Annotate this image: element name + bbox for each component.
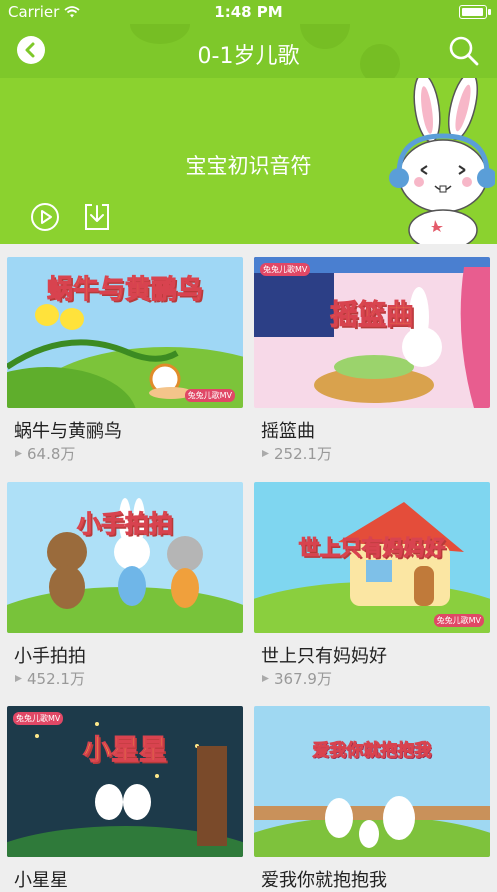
- play-count: 367.9万: [261, 668, 332, 689]
- song-title: 小手拍拍: [14, 646, 86, 667]
- song-title: 摇篮曲: [261, 421, 315, 442]
- song-title: 世上只有妈妈好: [261, 646, 387, 667]
- play-count-icon: [15, 675, 22, 682]
- song-thumbnail[interactable]: 爱我你就抱抱我: [254, 706, 490, 857]
- play-count-icon: [262, 450, 269, 457]
- hug-me-thumbnail-image: [254, 706, 490, 857]
- status-time: 1:48 PM: [214, 3, 283, 21]
- song-thumbnail[interactable]: 蜗牛与黄鹂鸟 兔兔儿歌MV: [7, 257, 243, 408]
- hero-banner: 宝宝初识音符: [0, 78, 497, 244]
- song-thumbnail[interactable]: 小星星 兔兔儿歌MV: [7, 706, 243, 857]
- song-thumbnail[interactable]: 小手拍拍: [7, 482, 243, 633]
- battery-icon: [459, 5, 491, 19]
- nav-bar: 0-1岁儿歌: [0, 24, 497, 78]
- song-title: 爱我你就抱抱我: [261, 870, 387, 891]
- play-count: 252.1万: [261, 443, 332, 464]
- thumbnail-title-text: 蜗牛与黄鹂鸟: [46, 275, 203, 306]
- play-count-icon: [15, 450, 22, 457]
- thumbnail-title-text: 摇篮曲: [329, 298, 414, 332]
- brand-badge: 兔兔儿歌MV: [260, 263, 311, 276]
- song-card[interactable]: 摇篮曲 兔兔儿歌MV 摇篮曲 252.1万: [254, 257, 490, 475]
- song-thumbnail[interactable]: 世上只有妈妈好 兔兔儿歌MV: [254, 482, 490, 633]
- play-count-icon: [262, 675, 269, 682]
- search-icon: [449, 36, 479, 66]
- song-title: 小星星: [14, 870, 68, 891]
- song-card[interactable]: 世上只有妈妈好 兔兔儿歌MV 世上只有妈妈好 367.9万: [254, 482, 490, 700]
- song-card[interactable]: 蜗牛与黄鹂鸟 兔兔儿歌MV 蜗牛与黄鹂鸟 64.8万: [7, 257, 243, 475]
- song-card[interactable]: 爱我你就抱抱我 爱我你就抱抱我: [254, 706, 490, 891]
- play-count: 64.8万: [14, 443, 75, 464]
- brand-badge: 兔兔儿歌MV: [13, 712, 64, 725]
- play-count: 452.1万: [14, 668, 85, 689]
- thumbnail-title-text: 小星星: [82, 733, 167, 767]
- page-title: 0-1岁儿歌: [197, 44, 300, 69]
- search-button[interactable]: [447, 34, 481, 68]
- song-thumbnail[interactable]: 摇篮曲 兔兔儿歌MV: [254, 257, 490, 408]
- song-card[interactable]: 小手拍拍 小手拍拍 452.1万: [7, 482, 243, 700]
- brand-badge: 兔兔儿歌MV: [184, 389, 235, 402]
- status-bar: Carrier 1:48 PM: [0, 0, 497, 24]
- play-circle-icon[interactable]: [30, 202, 60, 232]
- song-title: 蜗牛与黄鹂鸟: [14, 421, 122, 442]
- download-icon[interactable]: [84, 202, 110, 232]
- thumbnail-title-text: 爱我你就抱抱我: [312, 741, 432, 762]
- brand-badge: 兔兔儿歌MV: [433, 614, 484, 627]
- bunny-mascot-illustration: [389, 78, 495, 244]
- thumbnail-title-text: 世上只有妈妈好: [298, 536, 446, 561]
- song-card[interactable]: 小星星 兔兔儿歌MV 小星星: [7, 706, 243, 891]
- thumbnail-title-text: 小手拍拍: [77, 510, 174, 539]
